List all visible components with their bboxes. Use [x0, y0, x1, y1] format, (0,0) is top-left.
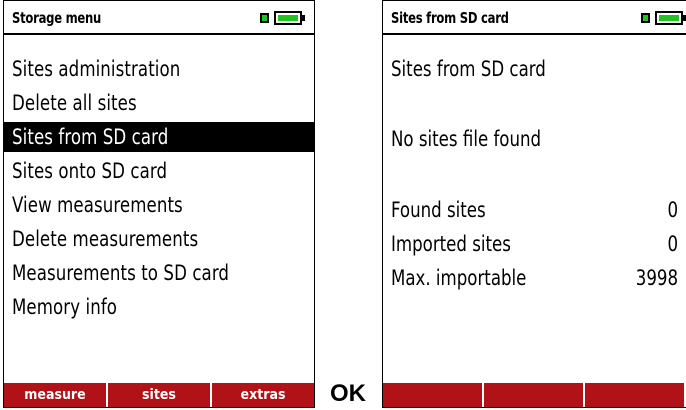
content-heading: Sites from SD card	[391, 57, 546, 81]
screen-title: Storage menu	[12, 9, 102, 27]
softkey-3[interactable]	[585, 383, 686, 407]
storage-menu-screen: Storage menu Sites administration Delete…	[3, 0, 315, 408]
menu-item-sites-from-sd-card[interactable]: Sites from SD card	[4, 122, 314, 152]
found-sites-row: Found sites 0	[391, 195, 678, 225]
row-value: 0	[667, 232, 678, 256]
ok-key-label: OK	[330, 380, 366, 407]
menu-item-delete-measurements[interactable]: Delete measurements	[4, 224, 314, 254]
menu-item-sites-onto-sd-card[interactable]: Sites onto SD card	[4, 156, 314, 186]
row-label: Imported sites	[391, 232, 511, 256]
battery-icon	[260, 11, 306, 27]
row-value: 3998	[635, 266, 678, 290]
softkey-2[interactable]	[484, 383, 585, 407]
title-bar: Storage menu	[4, 1, 314, 35]
title-bar: Sites from SD card	[383, 1, 686, 35]
sites-from-sd-card-screen: Sites from SD card Sites from SD card No…	[382, 0, 686, 408]
softkey-extras[interactable]: extras	[212, 383, 314, 407]
imported-sites-row: Imported sites 0	[391, 229, 678, 259]
softkey-1[interactable]	[383, 383, 484, 407]
screen-title: Sites from SD card	[391, 9, 509, 27]
row-label: Found sites	[391, 198, 486, 222]
row-label: Max. importable	[391, 266, 527, 290]
status-message: No sites file found	[391, 127, 542, 151]
softkey-sites[interactable]: sites	[108, 383, 212, 407]
battery-icon	[641, 11, 686, 27]
menu-item-memory-info[interactable]: Memory info	[4, 292, 314, 322]
softkey-measure[interactable]: measure	[4, 383, 108, 407]
row-value: 0	[667, 198, 678, 222]
menu-item-sites-administration[interactable]: Sites administration	[4, 54, 314, 84]
menu-item-delete-all-sites[interactable]: Delete all sites	[4, 88, 314, 118]
menu-item-measurements-to-sd-card[interactable]: Measurements to SD card	[4, 258, 314, 288]
softkey-bar: measure sites extras	[4, 383, 314, 407]
max-importable-row: Max. importable 3998	[391, 263, 678, 293]
softkey-bar	[383, 383, 686, 407]
menu-item-view-measurements[interactable]: View measurements	[4, 190, 314, 220]
